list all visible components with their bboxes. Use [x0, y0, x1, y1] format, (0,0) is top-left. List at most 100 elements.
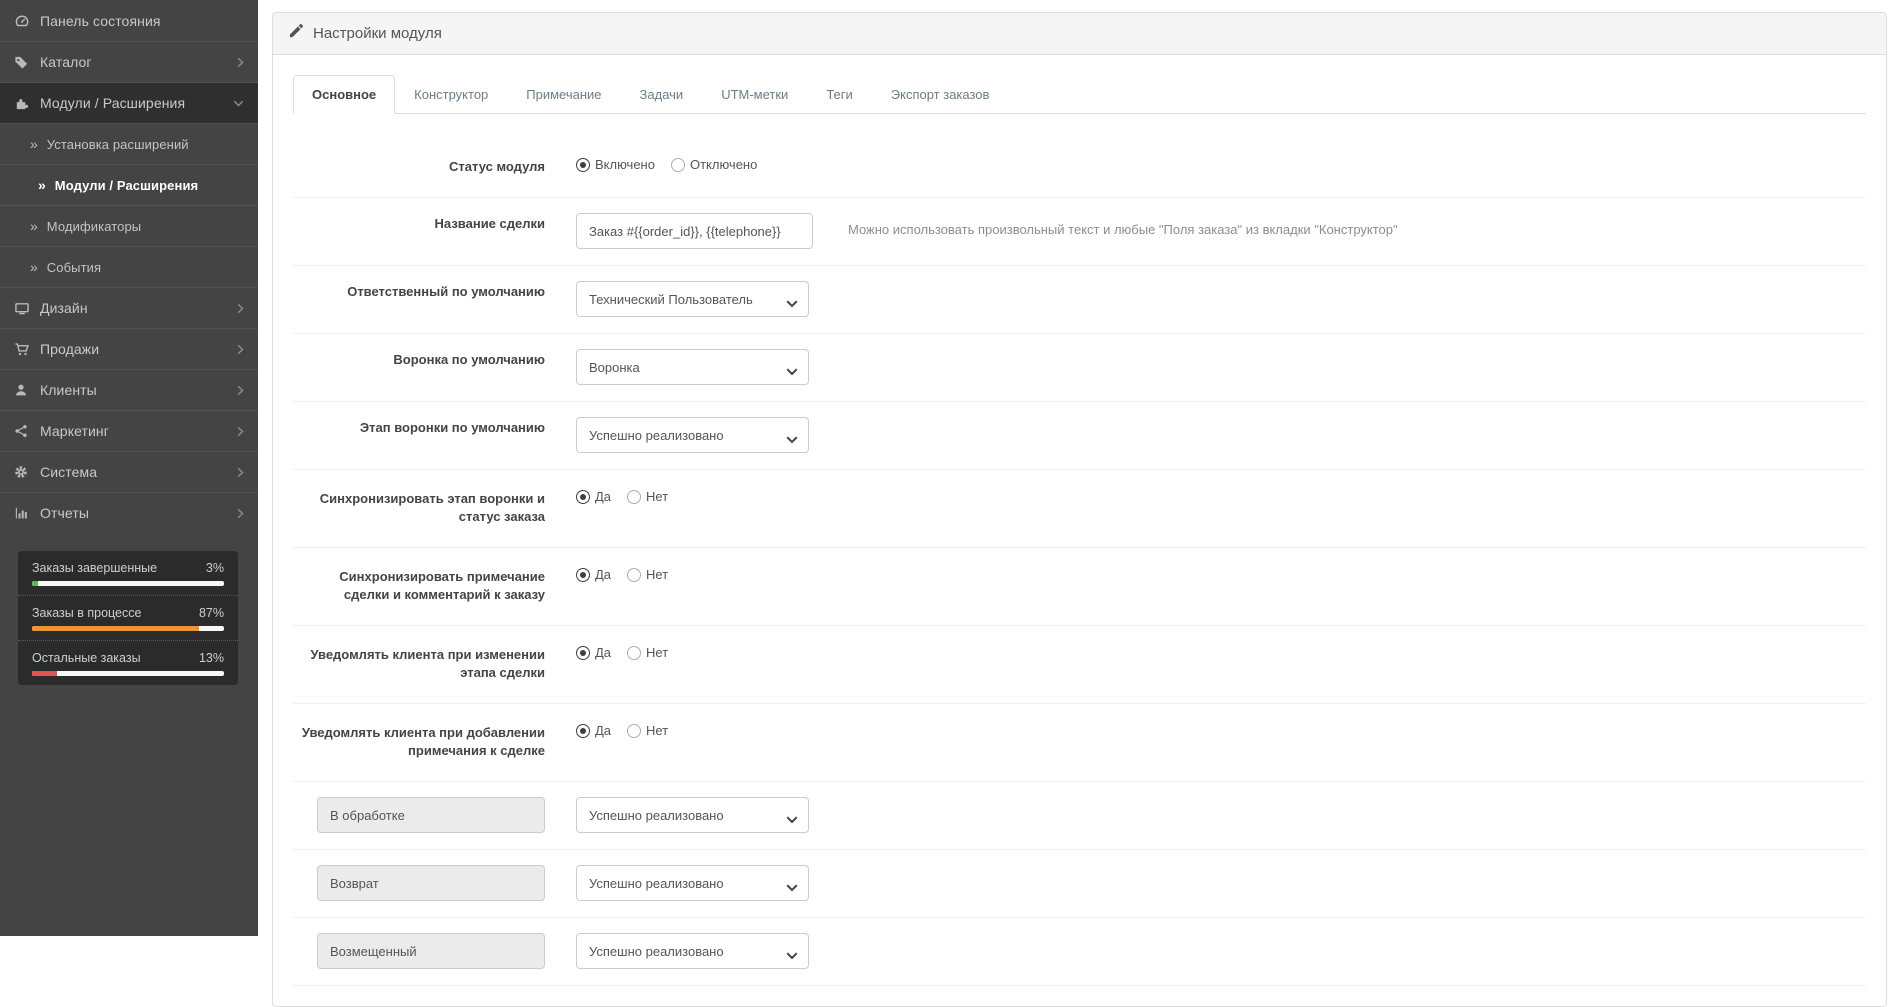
sidebar-item-модули-расширения[interactable]: » Модули / Расширения — [0, 164, 258, 205]
stat-value: 13% — [199, 651, 224, 665]
radio-option-label: Включено — [595, 157, 655, 172]
sidebar-item-label: Клиенты — [40, 382, 237, 398]
radio-circle-icon — [627, 568, 641, 582]
tab-экспорт-заказов[interactable]: Экспорт заказов — [872, 75, 1009, 114]
field-hint: Можно использовать произвольный текст и … — [848, 213, 1398, 237]
share-icon — [14, 424, 40, 438]
radio-circle-icon — [576, 568, 590, 582]
form-row: Ответственный по умолчаниюТехнический По… — [293, 266, 1866, 334]
field-label: Воронка по умолчанию — [293, 349, 545, 369]
sidebar-item-каталог[interactable]: Каталог — [0, 41, 258, 82]
radio-option[interactable]: Отключено — [671, 157, 757, 172]
radio-option[interactable]: Нет — [627, 645, 668, 660]
order-status-field — [317, 865, 545, 901]
field-label: Название сделки — [293, 213, 545, 233]
chevron-right-icon — [237, 426, 244, 437]
radio-circle-icon — [576, 490, 590, 504]
tab-задачи[interactable]: Задачи — [621, 75, 703, 114]
form-row: Уведомлять клиента при изменении этапа с… — [293, 626, 1866, 704]
radio-option[interactable]: Включено — [576, 157, 655, 172]
tab-теги[interactable]: Теги — [807, 75, 871, 114]
sidebar-item-панель-состояния[interactable]: Панель состояния — [0, 0, 258, 41]
order-status-field — [317, 797, 545, 833]
radio-group: Да Нет — [576, 644, 684, 660]
panel-body: ОсновноеКонструкторПримечаниеЗадачиUTM-м… — [273, 55, 1886, 1006]
radio-option[interactable]: Нет — [627, 723, 668, 738]
settings-form: Статус модуля Включено Отключено Название с… — [293, 138, 1866, 986]
double-angle-icon: » — [38, 177, 46, 193]
stage-select[interactable]: Успешно реализовано — [576, 933, 809, 969]
sidebar-item-модули-расширения[interactable]: Модули / Расширения — [0, 82, 258, 123]
stage-select[interactable]: Успешно реализовано — [576, 865, 809, 901]
progress-bar — [32, 626, 224, 631]
chevron-right-icon — [237, 508, 244, 519]
tab-основное[interactable]: Основное — [293, 75, 395, 114]
chevron-right-icon — [237, 467, 244, 478]
sidebar-item-продажи[interactable]: Продажи — [0, 328, 258, 369]
puzzle-icon — [14, 96, 40, 111]
sidebar-item-события[interactable]: » События — [0, 246, 258, 287]
form-row: Воронка по умолчанию Воронка — [293, 334, 1866, 402]
gear-icon — [14, 465, 40, 479]
radio-option[interactable]: Да — [576, 723, 611, 738]
field-label: Синхронизировать этап воронки и статус з… — [293, 488, 545, 526]
radio-circle-icon — [576, 646, 590, 660]
order-stats-panel: Заказы завершенные3%Заказы в процессе87%… — [18, 551, 238, 685]
radio-option[interactable]: Нет — [627, 567, 668, 582]
tab-bar: ОсновноеКонструкторПримечаниеЗадачиUTM-м… — [293, 75, 1866, 114]
sidebar-item-клиенты[interactable]: Клиенты — [0, 369, 258, 410]
radio-option-label: Да — [595, 645, 611, 660]
double-angle-icon: » — [30, 259, 38, 275]
form-row: Уведомлять клиента при добавлении примеч… — [293, 704, 1866, 782]
module-settings-panel: Настройки модуля ОсновноеКонструкторПрим… — [272, 12, 1887, 1007]
stat-label: Заказы в процессе — [32, 606, 141, 620]
field-label: Уведомлять клиента при добавлении примеч… — [293, 722, 545, 760]
radio-option[interactable]: Да — [576, 645, 611, 660]
radio-option-label: Нет — [646, 723, 668, 738]
chevron-right-icon — [237, 344, 244, 355]
sidebar-item-отчеты[interactable]: Отчеты — [0, 492, 258, 533]
sidebar-item-label: Установка расширений — [47, 137, 244, 152]
deal-name-input[interactable] — [576, 213, 813, 249]
sidebar-item-модификаторы[interactable]: »Модификаторы — [0, 205, 258, 246]
sidebar-item-дизайн[interactable]: Дизайн — [0, 287, 258, 328]
field-label: Синхронизировать примечание сделки и ком… — [293, 566, 545, 604]
tab-конструктор[interactable]: Конструктор — [395, 75, 507, 114]
order-status-field — [317, 933, 545, 969]
form-row: Этап воронки по умолчаниюУспешно реализо… — [293, 402, 1866, 470]
select-value: Воронка — [589, 360, 640, 375]
default-select[interactable]: Технический Пользователь — [576, 281, 809, 317]
field-label: Статус модуля — [293, 156, 545, 176]
sidebar-item-label: События — [47, 260, 244, 275]
form-row: Синхронизировать примечание сделки и ком… — [293, 548, 1866, 626]
radio-group: Да Нет — [576, 566, 684, 582]
user-icon — [14, 383, 40, 397]
tag-icon — [14, 55, 40, 70]
default-select[interactable]: Успешно реализовано — [576, 417, 809, 453]
sidebar-item-система[interactable]: Система — [0, 451, 258, 492]
tab-utm-метки[interactable]: UTM-метки — [702, 75, 807, 114]
stat-row: Заказы в процессе 87% — [18, 596, 238, 641]
stat-row: Остальные заказы13% — [18, 641, 238, 685]
sidebar-item-установка-расширений[interactable]: »Установка расширений — [0, 123, 258, 164]
stat-value: 3% — [206, 561, 224, 575]
select-value: Успешно реализовано — [589, 808, 724, 823]
form-row: Статус модуля Включено Отключено — [293, 138, 1866, 198]
radio-circle-icon — [671, 158, 685, 172]
form-row: Синхронизировать этап воронки и статус з… — [293, 470, 1866, 548]
dashboard-icon — [14, 13, 40, 29]
radio-option[interactable]: Да — [576, 567, 611, 582]
stat-value: 87% — [199, 606, 224, 620]
sidebar-item-label: Модули / Расширения — [55, 178, 244, 193]
tab-примечание[interactable]: Примечание — [507, 75, 620, 114]
sidebar-item-label: Модификаторы — [47, 219, 244, 234]
radio-option[interactable]: Нет — [627, 489, 668, 504]
select-value: Технический Пользователь — [589, 292, 753, 307]
default-select[interactable]: Воронка — [576, 349, 809, 385]
chevron-down-icon — [786, 811, 798, 829]
sidebar-item-label: Панель состояния — [40, 13, 244, 29]
radio-option[interactable]: Да — [576, 489, 611, 504]
stage-select[interactable]: Успешно реализовано — [576, 797, 809, 833]
sidebar-item-маркетинг[interactable]: Маркетинг — [0, 410, 258, 451]
chevron-down-icon — [786, 363, 798, 381]
